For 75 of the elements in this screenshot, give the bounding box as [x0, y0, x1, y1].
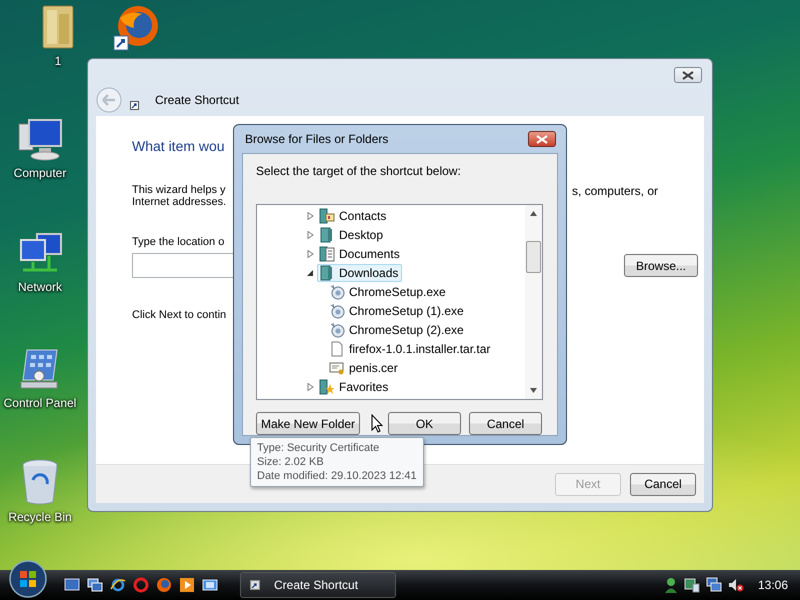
make-new-folder-button[interactable]: Make New Folder: [256, 412, 360, 435]
tooltip-text: Size: 2.02 KB: [257, 455, 325, 469]
start-button[interactable]: [8, 559, 48, 599]
folder-icon: [319, 226, 335, 242]
window-switch-icon[interactable]: [202, 577, 218, 593]
tree-item[interactable]: ChromeSetup.exe: [327, 282, 450, 300]
tree-item[interactable]: firefox-1.0.1.installer.tar.tar: [327, 340, 494, 358]
next-hint-text: Click Next to contin: [132, 309, 226, 321]
mouse-pointer-icon: [371, 414, 383, 433]
documents-folder-icon: [319, 246, 335, 262]
wizard-heading: What item wou: [132, 138, 225, 154]
location-label: Type the location o: [132, 236, 224, 248]
close-icon: [536, 134, 548, 144]
media-player-icon[interactable]: [179, 577, 195, 593]
tree-item[interactable]: Documents: [317, 244, 404, 262]
desktop-icon-label: 1: [54, 54, 62, 68]
dialog-prompt: Select the target of the shortcut below:: [256, 164, 461, 178]
cancel-button[interactable]: Cancel: [469, 412, 542, 435]
contacts-folder-icon: [319, 208, 335, 224]
expand-arrow-icon[interactable]: [307, 212, 314, 220]
intro-text: Internet addresses.: [132, 196, 226, 208]
scrollbar[interactable]: [525, 205, 542, 399]
cancel-button[interactable]: Cancel: [630, 472, 696, 496]
tree-item[interactable]: Desktop: [317, 226, 388, 244]
collapse-arrow-icon[interactable]: [307, 268, 314, 276]
scroll-down-icon[interactable]: [530, 388, 537, 393]
close-button[interactable]: [528, 131, 556, 147]
shortcut-icon: [250, 580, 260, 590]
expand-arrow-icon[interactable]: [307, 250, 314, 258]
scroll-thumb[interactable]: [526, 241, 541, 273]
installer-icon: [329, 302, 345, 318]
desktop-icon-label: Recycle Bin: [8, 510, 72, 524]
firefox-icon[interactable]: [156, 577, 172, 593]
desktop-icon[interactable]: [64, 577, 80, 593]
scroll-up-icon[interactable]: [530, 211, 537, 216]
browser-icon[interactable]: [110, 577, 126, 593]
browse-button[interactable]: Browse...: [624, 254, 698, 277]
tree-item[interactable]: ChromeSetup (2).exe: [327, 320, 468, 338]
network-icon[interactable]: [706, 577, 722, 593]
ring-icon[interactable]: [133, 577, 149, 593]
tree-item[interactable]: ChromeSetup (1).exe: [327, 302, 468, 320]
recycle-bin-icon[interactable]: [20, 458, 60, 506]
file-icon: [329, 340, 345, 356]
dialog-title: Browse for Files or Folders: [245, 132, 388, 146]
shortcut-icon: [130, 100, 139, 110]
tree-item[interactable]: Favorites: [317, 378, 392, 396]
desktop-icon-label: Network: [18, 280, 62, 294]
windows-icon[interactable]: [87, 577, 103, 593]
tooltip-text: Date modified: 29.10.2023 12:41: [257, 469, 417, 483]
intro-text: s, computers, or: [572, 184, 658, 198]
installer-icon: [329, 284, 345, 300]
intro-text: This wizard helps y: [132, 184, 226, 196]
firefox-icon[interactable]: [112, 4, 160, 52]
ok-button[interactable]: OK: [388, 412, 461, 435]
display-icon[interactable]: [684, 577, 700, 593]
tree-item[interactable]: penis.cer: [327, 358, 402, 376]
expand-arrow-icon[interactable]: [307, 382, 314, 390]
clock: 13:06: [758, 578, 788, 592]
installer-icon: [329, 322, 345, 338]
tooltip-text: Type: Security Certificate: [257, 441, 380, 455]
certificate-icon: [329, 360, 345, 376]
folder-icon[interactable]: [41, 4, 75, 50]
taskbar-button[interactable]: Create Shortcut: [240, 572, 396, 598]
tree-item[interactable]: Contacts: [317, 206, 390, 224]
tree-item[interactable]: Downloads: [317, 264, 402, 282]
expand-arrow-icon[interactable]: [307, 230, 314, 238]
close-button[interactable]: [674, 67, 702, 83]
user-icon[interactable]: [664, 577, 678, 593]
close-icon: [682, 70, 694, 80]
muted-speaker-icon[interactable]: [728, 577, 744, 593]
desktop-icon-label: Computer: [14, 166, 66, 180]
favorites-folder-icon: [319, 378, 335, 394]
window-title: Create Shortcut: [155, 93, 240, 107]
desktop-icon-label: Control Panel: [4, 396, 76, 410]
folder-icon: [319, 264, 335, 280]
